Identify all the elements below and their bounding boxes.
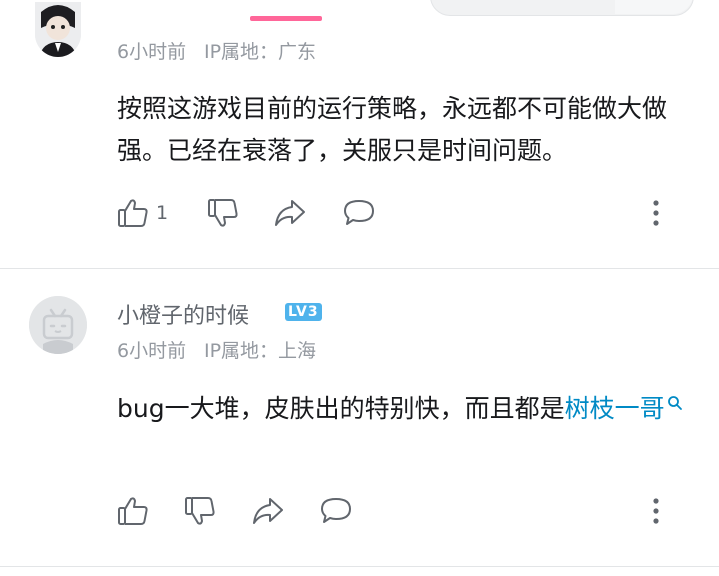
comment-ip-location: IP属地：广东 [204, 41, 317, 63]
top-strip [0, 0, 719, 22]
comment-icon[interactable] [318, 493, 354, 529]
search-button[interactable] [615, 0, 693, 14]
comment-divider [0, 566, 719, 567]
search-icon [667, 396, 682, 410]
more-vertical-icon[interactable] [638, 493, 674, 529]
level-badge: LV3 [285, 301, 322, 321]
thumbs-down-icon[interactable] [182, 493, 218, 529]
comment-content: 按照这游戏目前的运行策略，永远都不可能做大做强。已经在衰落了，关服只是时间问题。 [117, 94, 668, 165]
search-keyword-label: 树枝一哥 [564, 394, 665, 423]
comment-text: bug一大堆，皮肤出的特别快，而且都是 [117, 394, 565, 423]
default-avatar-icon [29, 296, 87, 354]
more-vertical-icon[interactable] [638, 195, 674, 231]
thumbs-up-icon[interactable] [115, 493, 151, 529]
comment-content: bug一大堆，皮肤出的特别快，而且都是树枝一哥 [117, 388, 702, 430]
comment-ip-location: IP属地：上海 [204, 340, 317, 362]
active-tab-indicator [250, 16, 322, 21]
comment-time: 6小时前 [117, 41, 187, 63]
avatar[interactable] [35, 2, 81, 57]
search-keyword-link[interactable]: 树枝一哥 [565, 394, 683, 423]
thumbs-up-icon[interactable] [115, 195, 151, 231]
comment-divider [0, 268, 719, 269]
comment-icon[interactable] [341, 195, 377, 231]
thumbs-down-icon[interactable] [205, 195, 241, 231]
avatar[interactable] [29, 296, 87, 354]
level-badge-label: LV3 [285, 303, 322, 321]
username[interactable]: 小橙子的时候 [117, 298, 249, 330]
avatar-image [35, 2, 81, 57]
share-icon[interactable] [250, 493, 286, 529]
like-count: 1 [156, 202, 169, 224]
comment-time: 6小时前 [117, 340, 187, 362]
share-icon[interactable] [272, 195, 308, 231]
